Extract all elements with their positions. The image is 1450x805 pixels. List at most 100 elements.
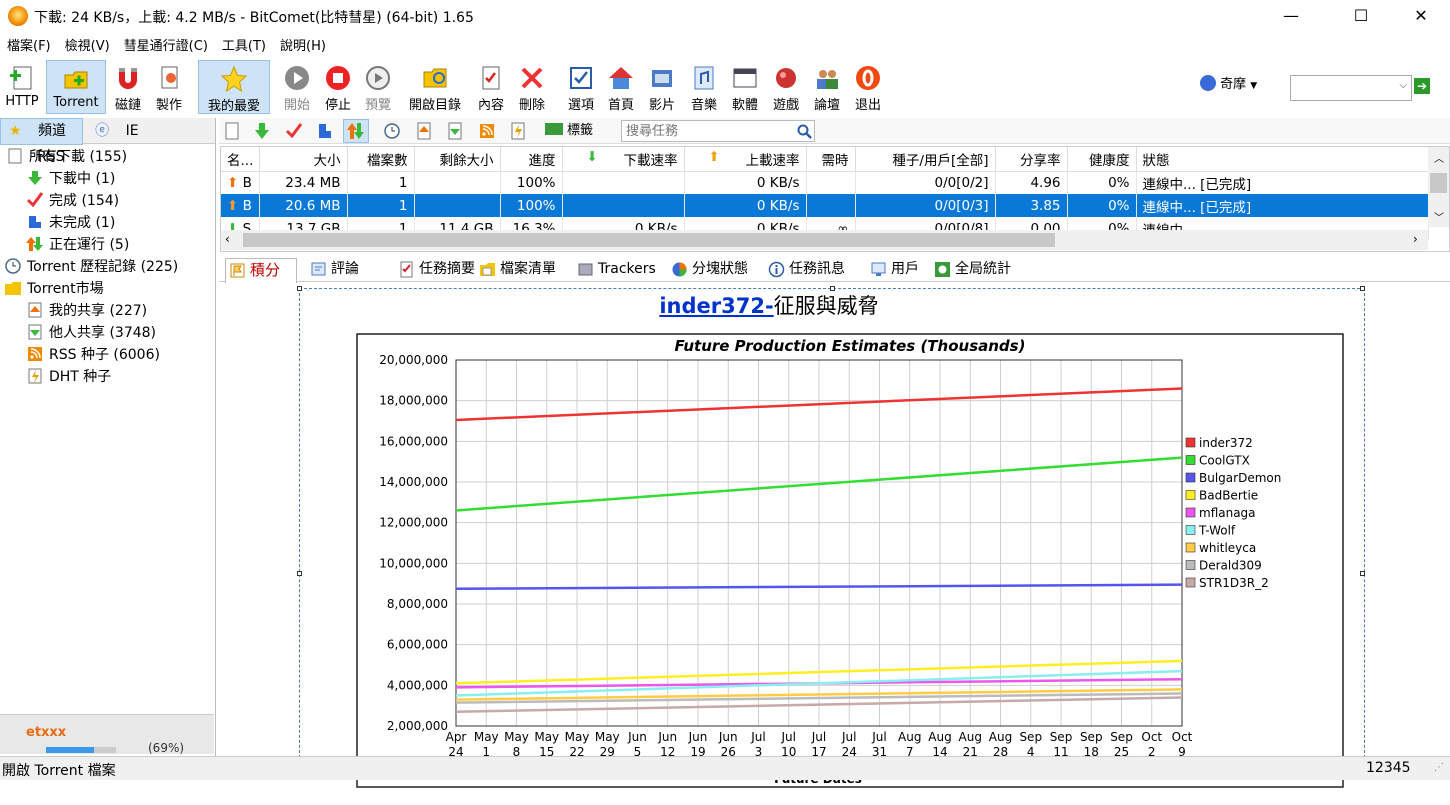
menu-help[interactable]: 說明(H) — [273, 36, 333, 58]
tree-torrent-market[interactable]: Torrent市場 — [0, 278, 215, 300]
maximize-button[interactable]: ☐ — [1338, 0, 1384, 32]
game-button[interactable]: 遊戲 — [768, 60, 804, 114]
task-search-input[interactable] — [621, 120, 815, 142]
col-time-left[interactable]: 需時 — [806, 147, 856, 172]
open-folder-button[interactable]: 開啟目錄 — [404, 60, 466, 114]
col-upload-speed[interactable]: ⬆ 上載速率 — [684, 147, 807, 172]
tab-task-log[interactable]: 任務訊息 — [765, 258, 845, 282]
resize-handle[interactable] — [1360, 286, 1365, 291]
tree-others-shares[interactable]: 他人共享 (3748) — [0, 322, 215, 344]
tree-my-shares[interactable]: 我的共享 (227) — [0, 300, 215, 322]
home-button[interactable]: 首頁 — [604, 60, 638, 114]
legend-swatch — [1185, 437, 1196, 448]
checkmark-icon[interactable] — [285, 122, 303, 140]
menu-passport[interactable]: 彗星通行證(C) — [117, 36, 215, 58]
download-arrow-icon[interactable] — [253, 122, 271, 140]
task-grid: 名... 大小 檔案數 剩餘大小 進度 ⬇ 下載速率 ⬆ 上載速率 需時 種子/用戶… — [220, 146, 1450, 252]
col-seeds-peers[interactable]: 種子/用戶[全部] — [855, 147, 996, 172]
history-clock-icon — [5, 258, 21, 274]
tree-rss-seeds[interactable]: RSS 种子 (6006) — [0, 344, 215, 366]
resize-handle[interactable] — [297, 571, 302, 576]
tree-incomplete[interactable]: 未完成 (1) — [0, 212, 215, 234]
col-status[interactable]: 狀態 — [1136, 147, 1429, 172]
favorites-button[interactable]: 我的最愛 — [198, 60, 270, 114]
resize-handle[interactable] — [1360, 571, 1365, 576]
credits-panel: inder372-征服與威脅 Future Production Estimat… — [219, 282, 1450, 788]
search-icon[interactable] — [797, 124, 812, 139]
others-share-icon[interactable] — [446, 122, 464, 140]
stop-button[interactable]: 停止 — [321, 60, 355, 114]
add-torrent-button[interactable]: Torrent — [46, 60, 106, 114]
status-bar: 開啟 Torrent 檔案 12345 ⋰ — [0, 756, 1450, 780]
music-button[interactable]: 音樂 — [687, 60, 721, 114]
tree-running[interactable]: 正在運行 (5) — [0, 234, 215, 256]
search-engine-select[interactable]: 奇摩 ▼ — [1200, 75, 1257, 95]
tab-ie[interactable]: ⓔ IE — [87, 119, 154, 144]
incomplete-icon[interactable] — [316, 122, 334, 140]
properties-button[interactable]: 內容 — [474, 60, 508, 114]
magnet-button[interactable]: 磁鏈 — [110, 60, 146, 114]
grid-horizontal-scrollbar[interactable]: ‹ › — [221, 230, 1428, 250]
grid-vertical-scrollbar[interactable]: ︿ ﹀ — [1428, 147, 1449, 227]
tab-trackers[interactable]: Trackers — [574, 258, 656, 282]
dht-icon[interactable] — [509, 122, 527, 140]
menu-view[interactable]: 檢視(V) — [58, 36, 117, 58]
tree-dht-seeds[interactable]: DHT 种子 — [0, 366, 215, 388]
tab-task-summary[interactable]: 任務摘要 — [395, 258, 475, 282]
menu-tools[interactable]: 工具(T) — [215, 36, 273, 58]
tree-completed[interactable]: 完成 (154) — [0, 190, 215, 212]
col-name[interactable]: 名... — [221, 147, 260, 172]
col-files[interactable]: 檔案數 — [347, 147, 415, 172]
tree-torrent-history[interactable]: Torrent 歷程記錄 (225) — [0, 256, 215, 278]
all-tasks-icon[interactable] — [223, 122, 241, 140]
user-link[interactable]: inder372- — [659, 294, 773, 318]
forum-button[interactable]: 論壇 — [809, 60, 845, 114]
table-row[interactable]: ⬆ B 23.4 MB 1 100% 0 KB/s 0/0[0/2] 4.96 0% 連線中.… — [221, 171, 1429, 194]
scroll-thumb[interactable] — [243, 233, 1055, 247]
web-search-go-icon[interactable]: ➔ — [1414, 78, 1430, 94]
col-size[interactable]: 大小 — [259, 147, 348, 172]
software-button[interactable]: 軟體 — [728, 60, 762, 114]
rss-icon[interactable] — [478, 122, 496, 140]
legend-label: CoolGTX — [1199, 454, 1250, 468]
my-share-icon[interactable] — [415, 122, 433, 140]
video-button[interactable]: 影片 — [645, 60, 679, 114]
scroll-up-icon[interactable]: ︿ — [1434, 150, 1444, 165]
col-health[interactable]: 健康度 — [1067, 147, 1137, 172]
add-http-icon — [10, 66, 32, 90]
col-download-speed[interactable]: ⬇ 下載速率 — [562, 147, 685, 172]
tab-global-stats[interactable]: 全局統計 — [931, 258, 1011, 282]
preview-button[interactable]: 預覽 — [361, 60, 395, 114]
tab-peers[interactable]: 用戶 — [867, 258, 919, 282]
others-share-icon — [28, 324, 42, 340]
minimize-button[interactable]: — — [1268, 0, 1314, 32]
tab-channels[interactable]: ★ 頻道 — [0, 118, 84, 145]
tab-pieces[interactable]: 分塊狀態 — [668, 258, 748, 282]
tab-comments[interactable]: 評論 — [307, 258, 359, 282]
start-button[interactable]: 開始 — [280, 60, 314, 114]
tab-credits[interactable]: 積分 — [225, 258, 297, 283]
exit-button[interactable]: 退出 — [850, 60, 886, 114]
tags-button[interactable]: 標籤 — [545, 122, 593, 140]
history-clock-icon[interactable] — [383, 122, 401, 140]
col-progress[interactable]: 進度 — [500, 147, 563, 172]
close-button[interactable]: ✕ — [1398, 0, 1444, 32]
table-row-selected[interactable]: ⬆ B 20.6 MB 1 100% 0 KB/s 0/0[0/3] 3.85 0% 連線中.… — [221, 194, 1429, 217]
scroll-down-icon[interactable]: ﹀ — [1434, 209, 1444, 224]
make-torrent-button[interactable]: 製作 — [150, 60, 188, 114]
scroll-left-icon[interactable]: ‹ — [225, 232, 230, 246]
tab-file-list[interactable]: 檔案清單 — [476, 258, 556, 282]
menu-file[interactable]: 檔案(F) — [0, 36, 58, 58]
col-remaining[interactable]: 剩餘大小 — [414, 147, 501, 172]
web-search-input[interactable]: ⌵ — [1290, 75, 1412, 101]
scroll-right-icon[interactable]: › — [1413, 232, 1418, 246]
tree-all-downloads[interactable]: 所有下載 (155) — [0, 146, 215, 168]
options-button[interactable]: 選項 — [564, 60, 598, 114]
global-stats-icon — [935, 262, 950, 277]
scroll-thumb[interactable] — [1430, 173, 1447, 193]
y-tick-label: 4,000,000 — [387, 678, 448, 692]
col-share-ratio[interactable]: 分享率 — [995, 147, 1068, 172]
tree-downloading[interactable]: 下載中 (1) — [0, 168, 215, 190]
delete-button[interactable]: 刪除 — [515, 60, 549, 114]
add-http-button[interactable]: HTTP — [2, 60, 42, 114]
